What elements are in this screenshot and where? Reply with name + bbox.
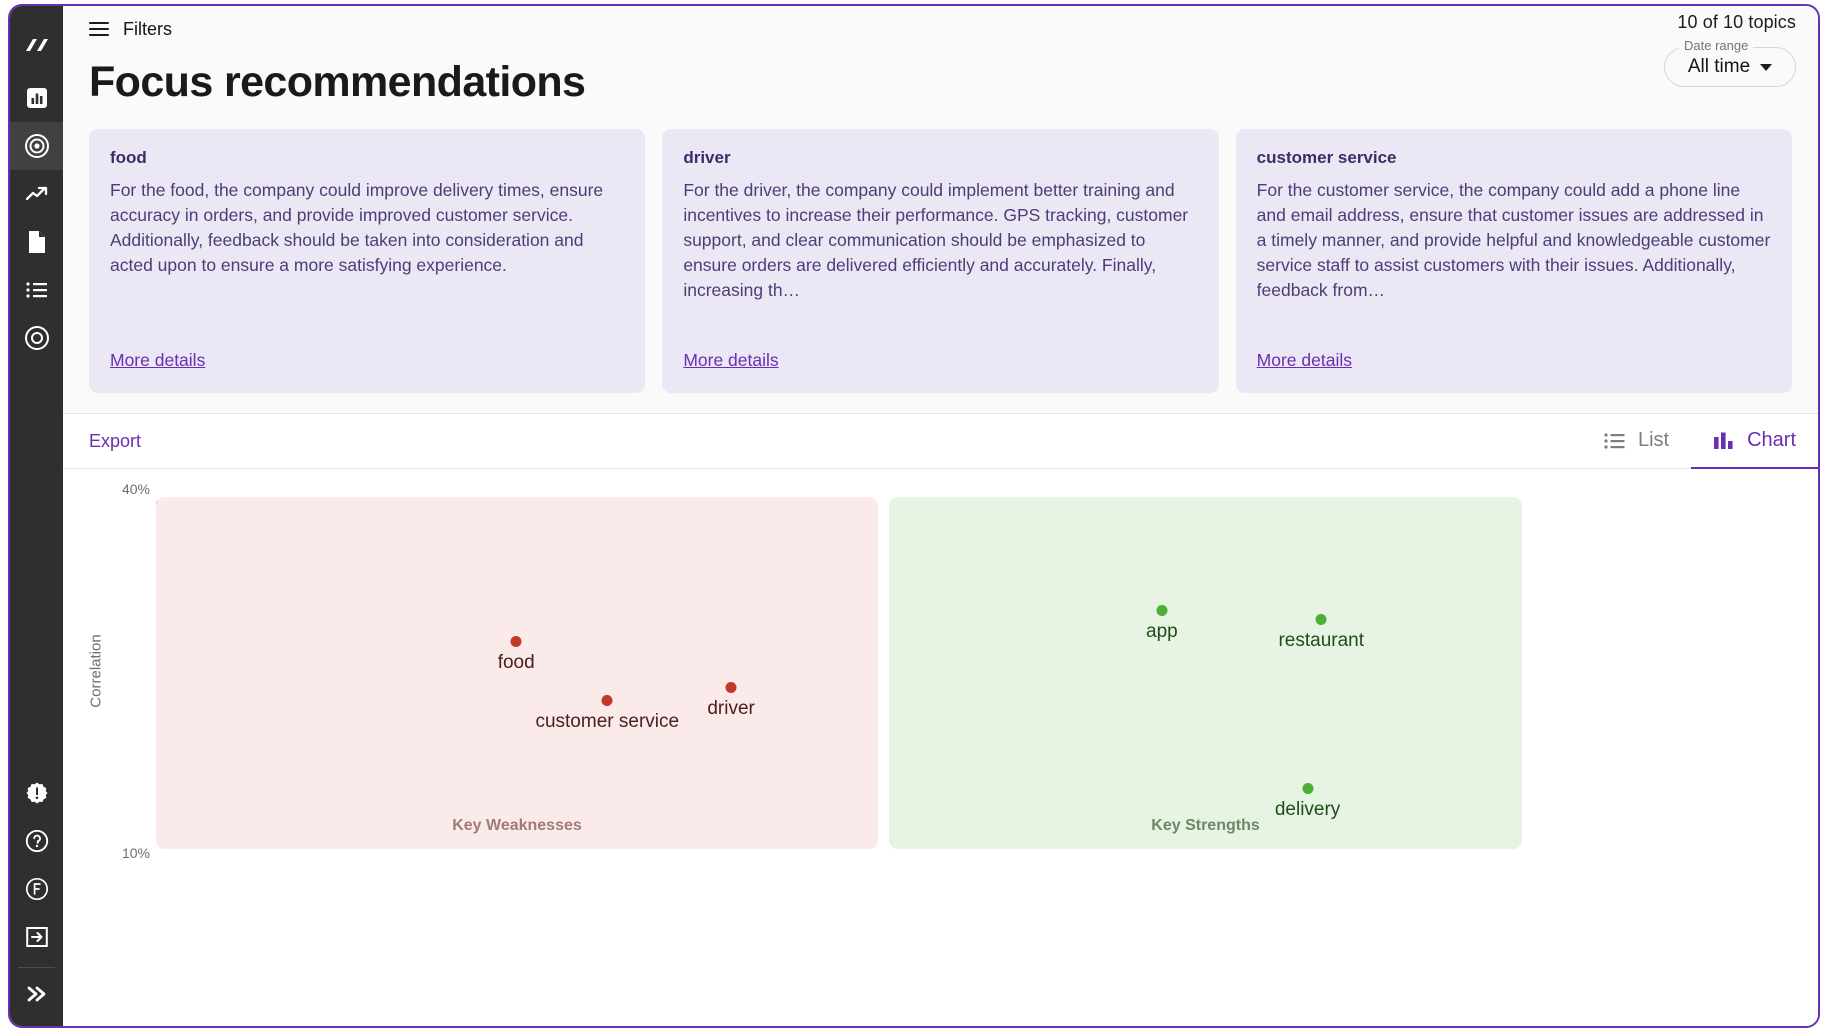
more-details-link[interactable]: More details: [110, 350, 205, 371]
region-label: Key Strengths: [1151, 817, 1260, 834]
data-point[interactable]: food: [498, 635, 535, 673]
card-title: food: [110, 148, 147, 167]
data-point-dot: [601, 694, 613, 706]
date-range-select[interactable]: Date range All time: [1664, 38, 1796, 87]
topics-count: 10 of 10 topics: [1677, 12, 1796, 32]
data-point[interactable]: delivery: [1275, 783, 1340, 820]
data-point[interactable]: restaurant: [1278, 614, 1364, 651]
main-content: Filters 10 of 10 topics Date range All t…: [63, 6, 1818, 1026]
sidebar: [10, 6, 63, 1026]
y-axis-tick-top: 40%: [121, 481, 150, 497]
more-details-link[interactable]: More details: [683, 350, 778, 371]
card-body: For the driver, the company could implem…: [683, 180, 1189, 300]
view-tabs: List Chart: [1582, 414, 1818, 470]
data-point-label: food: [497, 651, 535, 673]
sidebar-item-logout[interactable]: [10, 913, 63, 961]
hamburger-icon: [89, 22, 109, 36]
sidebar-bottom-group: [10, 769, 63, 1018]
filters-label: Filters: [123, 18, 172, 39]
sidebar-item-logo[interactable]: [10, 18, 63, 74]
target-icon: [24, 133, 50, 159]
sidebar-item-dashboard[interactable]: [10, 74, 63, 122]
tab-list[interactable]: List: [1582, 414, 1691, 470]
more-details-link[interactable]: More details: [1257, 350, 1352, 371]
sidebar-item-documents[interactable]: [10, 218, 63, 266]
view-toolbar: Export List Chart: [63, 413, 1818, 470]
y-axis-title: Correlation: [87, 634, 105, 708]
tab-list-label: List: [1637, 429, 1670, 451]
region-key-strengths: Key Strengths: [889, 497, 1522, 849]
page-title: Focus recommendations: [89, 58, 586, 106]
logout-icon: [25, 926, 48, 948]
document-icon: [27, 230, 47, 254]
list-icon: [25, 282, 48, 298]
sidebar-item-trends[interactable]: [10, 170, 63, 218]
logo-icon: [24, 37, 50, 55]
sidebar-item-topics[interactable]: [10, 314, 63, 362]
export-button[interactable]: Export: [89, 431, 141, 452]
sidebar-item-expand[interactable]: [10, 970, 63, 1018]
sidebar-item-account[interactable]: [10, 865, 63, 913]
data-point-label: restaurant: [1278, 630, 1365, 652]
data-point-dot: [1156, 605, 1168, 617]
app-window: Filters 10 of 10 topics Date range All t…: [8, 4, 1820, 1028]
data-point-dot: [725, 682, 737, 694]
card-body: For the food, the company could improve …: [110, 180, 604, 275]
tab-chart-label: Chart: [1747, 429, 1796, 451]
sidebar-item-focus[interactable]: [10, 122, 63, 170]
region-label: Key Weaknesses: [452, 817, 582, 834]
bar-chart-icon: [1713, 432, 1735, 450]
circle-target-icon: [24, 325, 50, 351]
data-point-label: app: [1146, 621, 1178, 643]
letter-f-circle-icon: [25, 877, 49, 901]
card-title: customer service: [1256, 148, 1397, 167]
sidebar-item-alerts[interactable]: [10, 769, 63, 817]
card-title: driver: [683, 148, 731, 167]
data-point-label: driver: [707, 698, 755, 720]
data-point[interactable]: app: [1146, 605, 1178, 642]
chart-container: 40% 10% Correlation Key Weaknesses Key Str…: [63, 469, 1818, 1026]
double-chevron-right-icon: [25, 984, 49, 1004]
date-range-legend: Date range: [1679, 38, 1754, 53]
recommendation-card: food For the food, the company could imp…: [89, 129, 646, 393]
data-point-label: customer service: [535, 710, 680, 732]
question-circle-icon: [25, 829, 49, 853]
list-icon: [1604, 432, 1626, 449]
scatter-chart: 40% 10% Correlation Key Weaknesses Key Str…: [63, 469, 1818, 1026]
chevron-down-icon: [1760, 63, 1773, 71]
sidebar-divider: [18, 967, 55, 968]
data-point-dot: [510, 635, 522, 647]
data-point-label: delivery: [1274, 799, 1341, 821]
data-point-dot: [1315, 614, 1327, 626]
data-point-dot: [1302, 783, 1314, 795]
topbar-right: 10 of 10 topics Date range All time: [1664, 12, 1796, 87]
date-range-value: All time: [1687, 56, 1751, 77]
filters-button[interactable]: Filters: [89, 19, 172, 40]
recommendation-card: customer service For the customer servic…: [1235, 129, 1792, 393]
sidebar-item-list[interactable]: [10, 266, 63, 314]
recommendation-card: driver For the driver, the company could…: [662, 129, 1219, 393]
topbar: Filters 10 of 10 topics Date range All t…: [63, 6, 1818, 87]
sidebar-item-help[interactable]: [10, 817, 63, 865]
card-body: For the customer service, the company co…: [1256, 180, 1771, 300]
tab-chart[interactable]: Chart: [1691, 414, 1818, 470]
alert-badge-icon: [26, 782, 48, 804]
recommendation-cards: food For the food, the company could imp…: [63, 107, 1818, 413]
trending-up-icon: [25, 185, 49, 203]
data-point[interactable]: customer service: [535, 694, 679, 732]
y-axis-tick-bottom: 10%: [121, 845, 150, 861]
bar-chart-icon: [26, 87, 48, 109]
data-point[interactable]: driver: [707, 682, 755, 719]
